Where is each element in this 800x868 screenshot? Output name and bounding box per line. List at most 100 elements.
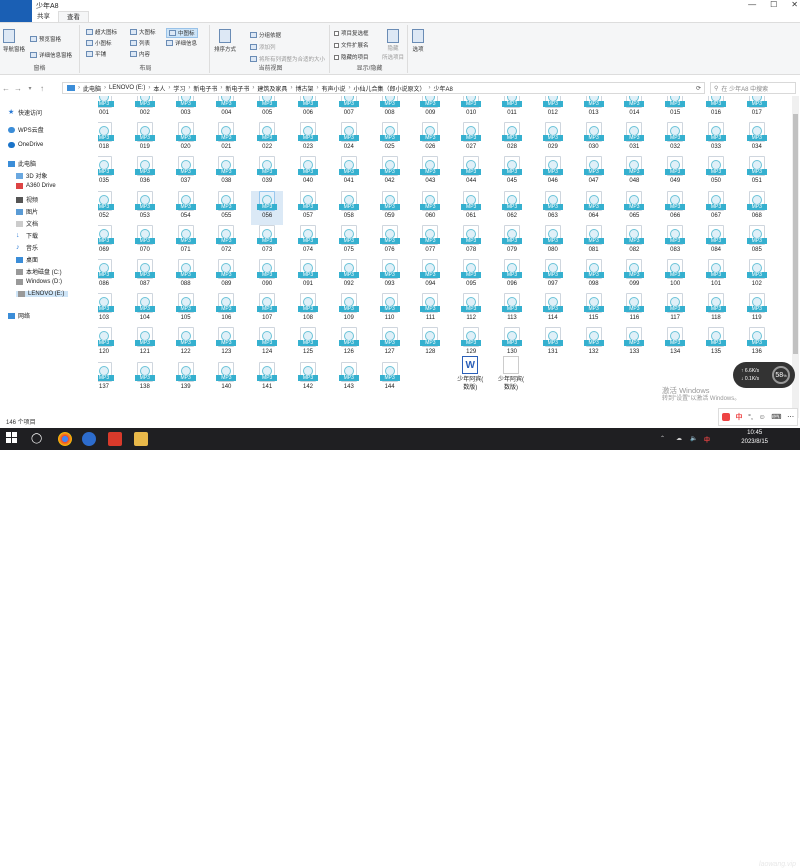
file-item[interactable]: MP3 142: [292, 361, 324, 396]
file-item[interactable]: MP3 030: [578, 122, 610, 156]
search-box[interactable]: ⚲ 在 少年A8 中搜索: [710, 82, 796, 94]
layout-list[interactable]: 列表: [130, 39, 150, 47]
file-item[interactable]: MP3 101: [700, 259, 732, 293]
breadcrumb-item[interactable]: 有声小说: [321, 84, 345, 93]
file-item[interactable]: MP3 025: [374, 122, 406, 156]
volume-icon[interactable]: 🔈: [690, 435, 697, 442]
chrome-icon[interactable]: [58, 432, 72, 446]
file-item[interactable]: MP3 119: [741, 293, 773, 327]
nav-this-pc[interactable]: 此电脑: [8, 159, 36, 168]
word-document-item[interactable]: 少年阿宾(数版): [494, 355, 528, 396]
layout-small[interactable]: 小图标: [86, 39, 112, 47]
layout-large[interactable]: 大图标: [130, 28, 156, 36]
file-item[interactable]: MP3 026: [414, 122, 446, 156]
file-item[interactable]: MP3 043: [414, 156, 446, 190]
file-item[interactable]: MP3 133: [618, 327, 650, 361]
file-item[interactable]: MP3 070: [129, 224, 161, 259]
file-item[interactable]: MP3 080: [537, 224, 569, 259]
file-item[interactable]: MP3 005: [251, 96, 283, 122]
file-item[interactable]: MP3 102: [741, 259, 773, 293]
nav-downloads[interactable]: ↓ 下载: [16, 231, 38, 241]
file-item[interactable]: MP3 040: [292, 156, 324, 190]
file-item[interactable]: MP3 013: [578, 96, 610, 122]
file-item[interactable]: MP3 059: [374, 190, 406, 225]
file-item[interactable]: MP3 036: [129, 156, 161, 190]
breadcrumb-item[interactable]: 学习: [173, 84, 185, 93]
file-item[interactable]: MP3 144: [374, 361, 406, 396]
word-document-item[interactable]: W 少年阿宾(数版): [453, 355, 487, 396]
file-item[interactable]: MP3 105: [170, 293, 202, 327]
file-item[interactable]: MP3 127: [374, 327, 406, 361]
file-item[interactable]: MP3 118: [700, 293, 732, 327]
file-item[interactable]: MP3 125: [292, 327, 324, 361]
file-item[interactable]: MP3 031: [618, 122, 650, 156]
file-item[interactable]: MP3 058: [333, 190, 365, 225]
ime-toolbar[interactable]: 中 °, ☺ ⌨ ⋯: [718, 408, 798, 426]
file-item[interactable]: MP3 077: [414, 224, 446, 259]
file-item[interactable]: MP3 092: [333, 259, 365, 293]
file-item[interactable]: MP3 044: [455, 156, 487, 190]
file-item[interactable]: MP3 035: [98, 156, 120, 190]
file-item[interactable]: MP3 117: [659, 293, 691, 327]
file-item[interactable]: MP3 069: [98, 224, 120, 259]
nav-music[interactable]: ♪ 音乐: [16, 243, 38, 253]
file-item[interactable]: MP3 091: [292, 259, 324, 293]
file-item[interactable]: MP3 113: [496, 293, 528, 327]
ime-punct-toggle[interactable]: °,: [748, 414, 753, 421]
file-item[interactable]: MP3 003: [170, 96, 202, 122]
nav-wps-cloud[interactable]: WPS云盘: [8, 125, 44, 134]
scrollbar-thumb[interactable]: [793, 114, 798, 354]
file-item[interactable]: MP3 006: [292, 96, 324, 122]
file-item[interactable]: MP3 088: [170, 259, 202, 293]
file-item[interactable]: MP3 076: [374, 224, 406, 259]
tray-ime-icon[interactable]: 中: [704, 435, 710, 444]
recent-dropdown-icon[interactable]: ▾: [24, 85, 36, 92]
nav-drive-e[interactable]: LENOVO (E:): [16, 291, 68, 297]
file-item[interactable]: MP3 061: [455, 190, 487, 225]
file-item[interactable]: MP3 085: [741, 224, 773, 259]
file-item[interactable]: MP3 049: [659, 156, 691, 190]
nav-desktop[interactable]: 桌面: [16, 255, 38, 264]
breadcrumb-item[interactable]: 博古架: [295, 84, 313, 93]
file-item[interactable]: MP3 010: [455, 96, 487, 122]
file-item[interactable]: MP3 020: [170, 122, 202, 156]
file-item[interactable]: MP3 112: [455, 293, 487, 327]
breadcrumb[interactable]: › 此电脑 › LENOVO (E:) › 本人 › 学习 › 新电子书 › 新电子书 › …: [62, 82, 705, 94]
baidu-netdisk-icon[interactable]: [82, 432, 96, 446]
start-button[interactable]: [6, 432, 20, 446]
fit-columns-button[interactable]: 将所有列调整为合适的大小: [250, 55, 325, 63]
minimize-button[interactable]: —: [748, 0, 756, 9]
tab-file[interactable]: 文件: [0, 0, 32, 22]
search-taskbar-icon[interactable]: ◯: [31, 432, 45, 446]
file-item[interactable]: MP3 094: [414, 259, 446, 293]
file-item[interactable]: MP3 019: [129, 122, 161, 156]
add-columns-button[interactable]: 添加列: [250, 43, 276, 51]
file-item[interactable]: MP3 110: [374, 293, 406, 327]
file-item[interactable]: MP3 041: [333, 156, 365, 190]
file-item[interactable]: MP3 068: [741, 190, 773, 225]
file-item[interactable]: MP3 001: [98, 96, 120, 122]
layout-extra-large[interactable]: 超大图标: [86, 28, 117, 36]
preview-pane-button[interactable]: 预览窗格: [30, 35, 61, 43]
file-item[interactable]: MP3 008: [374, 96, 406, 122]
breadcrumb-item[interactable]: 小仙儿合集（郎小说原文）: [353, 84, 425, 93]
file-item[interactable]: MP3 004: [210, 96, 242, 122]
nav-3d-objects[interactable]: 3D 对象: [16, 171, 47, 180]
nav-onedrive[interactable]: OneDrive: [8, 142, 43, 148]
file-item[interactable]: MP3 042: [374, 156, 406, 190]
file-item[interactable]: MP3 132: [578, 327, 610, 361]
file-item[interactable]: MP3 093: [374, 259, 406, 293]
file-item[interactable]: MP3 014: [618, 96, 650, 122]
file-ext-toggle[interactable]: 文件扩展名: [334, 41, 369, 49]
layout-tiles[interactable]: 平铺: [86, 50, 106, 58]
file-item[interactable]: MP3 138: [129, 361, 161, 396]
file-item[interactable]: MP3 047: [578, 156, 610, 190]
wps-icon[interactable]: [108, 432, 122, 446]
file-item[interactable]: MP3 064: [578, 190, 610, 225]
file-item[interactable]: MP3 109: [333, 293, 365, 327]
file-item[interactable]: MP3 015: [659, 96, 691, 122]
file-item[interactable]: MP3 123: [210, 327, 242, 361]
file-item[interactable]: MP3 120: [98, 327, 120, 361]
file-item[interactable]: MP3 106: [210, 293, 242, 327]
file-item[interactable]: MP3 095: [455, 259, 487, 293]
